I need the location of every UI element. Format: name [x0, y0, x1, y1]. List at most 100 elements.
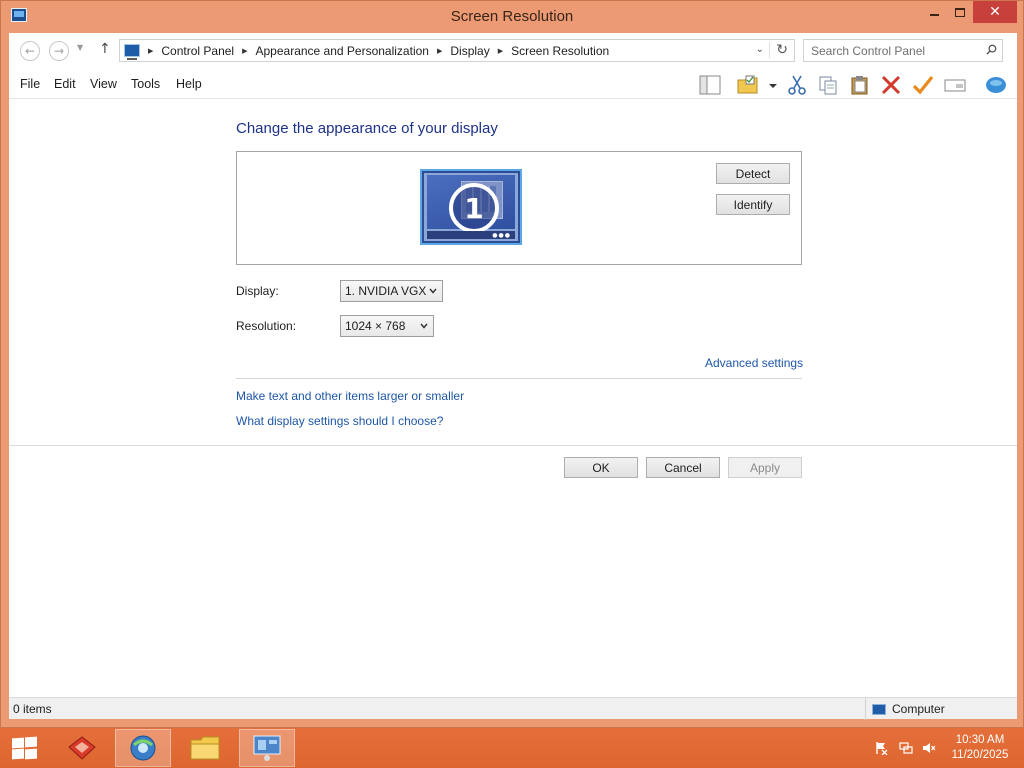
chevron-down-icon [420, 323, 428, 329]
windows-logo-icon [12, 737, 24, 749]
taskbar-app-file-explorer[interactable] [177, 729, 233, 767]
globe-icon [130, 735, 156, 761]
refresh-icon[interactable]: ↻ [769, 42, 788, 58]
identify-button[interactable]: Identify [716, 194, 790, 215]
apply-button[interactable]: Apply [728, 457, 802, 478]
status-location-label: Computer [892, 702, 945, 716]
main-content: Change the appearance of your display 1 … [9, 100, 1017, 695]
monitor-taskbar-glyph: ●●● [427, 231, 515, 239]
monitor-screen: 1 [427, 175, 515, 233]
windows-logo-icon [25, 736, 37, 748]
status-location: Computer [865, 698, 945, 720]
clock-date: 11/20/2025 [951, 749, 1009, 761]
advanced-settings-link[interactable]: Advanced settings [705, 356, 803, 370]
title-bar[interactable]: Screen Resolution ✕ [1, 1, 1023, 33]
breadcrumb-separator-icon[interactable]: ▶ [437, 47, 442, 55]
close-button[interactable]: ✕ [973, 1, 1017, 23]
item-count: 0 items [13, 702, 52, 716]
control-panel-icon [253, 735, 281, 761]
copy-icon[interactable] [817, 75, 839, 95]
maximize-button[interactable] [947, 1, 973, 23]
taskbar-app-red-icon[interactable] [54, 729, 110, 767]
computer-icon [872, 703, 886, 715]
resolution-select-value: 1024 × 768 [345, 319, 406, 333]
breadcrumb-separator-icon[interactable]: ▶ [498, 47, 503, 55]
taskbar-app-browser[interactable] [115, 729, 171, 767]
display-label: Display: [236, 284, 279, 298]
breadcrumb-appearance[interactable]: Appearance and Personalization [256, 44, 429, 58]
monitor-dots-icon: ●●● [492, 232, 511, 239]
ok-button[interactable]: OK [564, 457, 638, 478]
recent-locations-dropdown[interactable]: ▼ [77, 43, 83, 52]
close-icon: ✕ [989, 4, 1001, 20]
address-history-chevron-icon[interactable]: ⌄ [756, 44, 764, 55]
display-settings-help-link[interactable]: What display settings should I choose? [236, 414, 443, 428]
breadcrumb-screen-resolution[interactable]: Screen Resolution [511, 44, 609, 58]
volume-muted-icon[interactable] [922, 741, 936, 755]
window-title: Screen Resolution [450, 8, 574, 25]
breadcrumb-display[interactable]: Display [450, 44, 489, 58]
network-icon[interactable] [899, 741, 913, 755]
breadcrumb-control-panel[interactable]: Control Panel [161, 44, 234, 58]
taskbar-app-control-panel[interactable] [239, 729, 295, 767]
delete-icon[interactable] [880, 75, 902, 95]
back-arrow-icon: ← [24, 44, 36, 58]
text-size-link[interactable]: Make text and other items larger or smal… [236, 389, 464, 403]
up-arrow-icon: ↑ [99, 41, 111, 57]
chevron-down-icon [429, 288, 437, 294]
menu-help[interactable]: Help [176, 77, 202, 91]
maximize-icon [955, 7, 965, 17]
menu-view[interactable]: View [90, 77, 117, 91]
detect-button[interactable]: Detect [716, 163, 790, 184]
red-app-icon [68, 736, 96, 760]
resolution-label: Resolution: [236, 319, 297, 333]
menu-bar: File Edit View Tools Help [9, 69, 1017, 99]
menu-tools[interactable]: Tools [131, 77, 160, 91]
forward-button[interactable]: → [49, 41, 69, 61]
breadcrumb-separator-icon[interactable]: ▶ [148, 47, 153, 55]
app-window: Screen Resolution ✕ ← → ▼ ↑ ▶ Control Pa… [0, 0, 1024, 728]
windows-logo-icon [12, 748, 24, 760]
menu-file[interactable]: File [20, 77, 40, 91]
address-bar[interactable]: ▶ Control Panel ▶ Appearance and Persona… [119, 39, 795, 62]
windows-logo-icon [25, 748, 37, 760]
footer-divider [9, 445, 1017, 446]
search-box[interactable] [803, 39, 1003, 62]
folder-options-icon[interactable] [737, 75, 759, 95]
start-button[interactable] [10, 736, 38, 760]
feedback-icon[interactable] [985, 75, 1007, 95]
cut-icon[interactable] [786, 75, 808, 95]
status-bar: 0 items Computer [9, 697, 1017, 720]
paste-icon[interactable] [849, 75, 871, 95]
breadcrumb-separator-icon[interactable]: ▶ [242, 47, 247, 55]
search-icon[interactable] [986, 44, 997, 55]
system-clock[interactable]: 10:30 AM 11/20/2025 [940, 733, 1020, 763]
client-area: ← → ▼ ↑ ▶ Control Panel ▶ Appearance and… [9, 33, 1017, 720]
forward-arrow-icon: → [53, 44, 65, 58]
section-divider [236, 378, 802, 379]
monitor-number-badge: 1 [449, 183, 499, 233]
navigation-bar: ← → ▼ ↑ ▶ Control Panel ▶ Appearance and… [9, 33, 1017, 69]
resolution-select[interactable]: 1024 × 768 [340, 315, 434, 337]
clock-time: 10:30 AM [955, 734, 1005, 746]
display-select[interactable]: 1. NVIDIA VGX [340, 280, 443, 302]
action-center-flag-icon[interactable] [874, 741, 888, 755]
back-button[interactable]: ← [20, 41, 40, 61]
rename-icon[interactable] [944, 75, 966, 95]
minimize-button[interactable] [921, 1, 947, 23]
page-title: Change the appearance of your display [236, 120, 498, 137]
folder-options-dropdown-icon[interactable] [767, 75, 779, 95]
properties-check-icon[interactable] [912, 75, 934, 95]
monitor-arrangement-panel: 1 ●●● Detect Identify [236, 151, 802, 265]
menu-edit[interactable]: Edit [54, 77, 76, 91]
folder-icon [190, 736, 220, 760]
search-input[interactable] [804, 40, 980, 61]
minimize-icon [929, 14, 939, 16]
layout-icon[interactable] [699, 75, 721, 95]
up-button[interactable]: ↑ [99, 41, 111, 57]
taskbar: 10:30 AM 11/20/2025 [0, 728, 1024, 768]
cancel-button[interactable]: Cancel [646, 457, 720, 478]
monitor-1-thumbnail[interactable]: 1 ●●● [420, 169, 522, 245]
display-select-value: 1. NVIDIA VGX [345, 284, 427, 298]
control-panel-icon [124, 44, 140, 60]
